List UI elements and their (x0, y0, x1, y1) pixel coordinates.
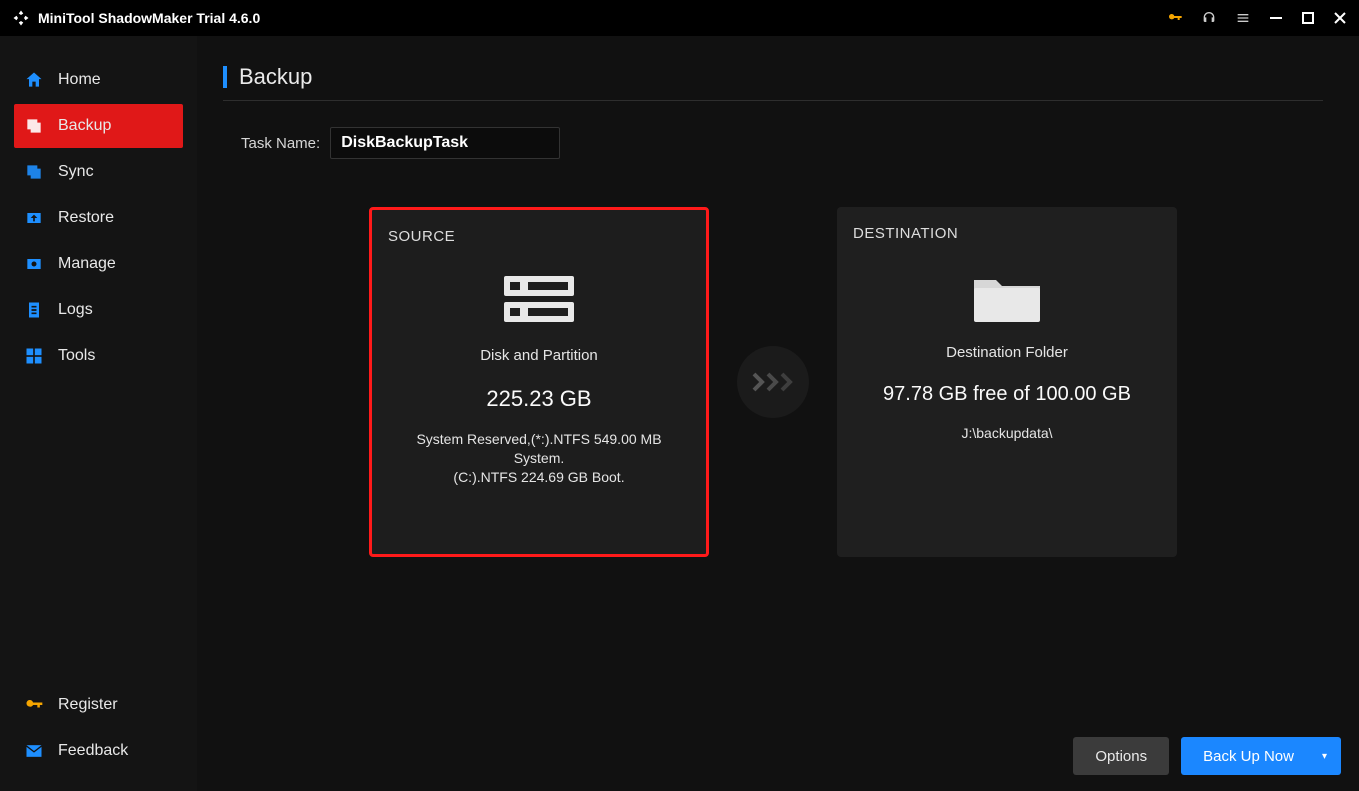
sidebar-item-restore[interactable]: Restore (14, 196, 183, 240)
tools-icon (24, 346, 44, 366)
arrow-indicator (737, 346, 809, 418)
sidebar-item-label: Home (58, 71, 101, 89)
sidebar-item-label: Tools (58, 347, 95, 365)
sidebar-item-register[interactable]: Register (14, 683, 183, 727)
titlebar: MiniTool ShadowMaker Trial 4.6.0 (0, 0, 1359, 36)
app-title: MiniTool ShadowMaker Trial 4.6.0 (38, 10, 260, 26)
destination-path: J:\backupdata\ (847, 424, 1167, 443)
backup-icon (24, 116, 44, 136)
window-minimize-button[interactable] (1269, 11, 1283, 25)
disk-icon (499, 269, 579, 329)
home-icon (24, 70, 44, 90)
page-title: Backup (239, 64, 312, 90)
sync-icon (24, 162, 44, 182)
window-close-button[interactable] (1333, 11, 1347, 25)
window-maximize-button[interactable] (1301, 11, 1315, 25)
sidebar-item-manage[interactable]: Manage (14, 242, 183, 286)
destination-card[interactable]: DESTINATION Destination Folder 97.78 GB … (837, 207, 1177, 557)
sidebar-item-tools[interactable]: Tools (14, 334, 183, 378)
page-title-bar (223, 66, 227, 88)
destination-card-title: DESTINATION (853, 225, 1167, 242)
task-name-label: Task Name: (241, 135, 320, 152)
titlebar-headset-icon[interactable] (1201, 10, 1217, 26)
sidebar-item-label: Restore (58, 209, 114, 227)
backup-now-button-label: Back Up Now (1203, 748, 1294, 765)
folder-icon (967, 266, 1047, 326)
sidebar-item-label: Register (58, 696, 118, 714)
sidebar-item-label: Manage (58, 255, 116, 273)
options-button-label: Options (1095, 748, 1147, 765)
logs-icon (24, 300, 44, 320)
task-name-input[interactable] (330, 127, 560, 159)
app-logo-icon (12, 9, 30, 27)
backup-now-button[interactable]: Back Up Now ▾ (1181, 737, 1341, 775)
destination-free-space: 97.78 GB free of 100.00 GB (847, 383, 1167, 406)
source-size: 225.23 GB (382, 386, 696, 412)
sidebar-item-feedback[interactable]: Feedback (14, 729, 183, 773)
sidebar-item-sync[interactable]: Sync (14, 150, 183, 194)
sidebar: Home Backup Sync Restore (0, 36, 197, 791)
sidebar-item-logs[interactable]: Logs (14, 288, 183, 332)
destination-type-label: Destination Folder (847, 344, 1167, 361)
caret-down-icon: ▾ (1322, 751, 1327, 762)
titlebar-menu-icon[interactable] (1235, 10, 1251, 26)
main-content: Backup Task Name: SOURCE (197, 36, 1359, 791)
sidebar-item-label: Logs (58, 301, 93, 319)
header-divider (223, 100, 1323, 101)
source-card-title: SOURCE (388, 228, 696, 245)
sidebar-item-label: Sync (58, 163, 94, 181)
titlebar-key-icon[interactable] (1167, 10, 1183, 26)
mail-icon (24, 741, 44, 761)
sidebar-item-home[interactable]: Home (14, 58, 183, 102)
sidebar-item-label: Feedback (58, 742, 128, 760)
sidebar-item-backup[interactable]: Backup (14, 104, 183, 148)
key-icon (24, 695, 44, 715)
options-button[interactable]: Options (1073, 737, 1169, 775)
source-details: System Reserved,(*:).NTFS 549.00 MB Syst… (382, 430, 696, 487)
restore-icon (24, 208, 44, 228)
manage-icon (24, 254, 44, 274)
source-card[interactable]: SOURCE Disk and Partition 225.23 GB Syst… (369, 207, 709, 557)
sidebar-item-label: Backup (58, 117, 111, 135)
source-type-label: Disk and Partition (382, 347, 696, 364)
